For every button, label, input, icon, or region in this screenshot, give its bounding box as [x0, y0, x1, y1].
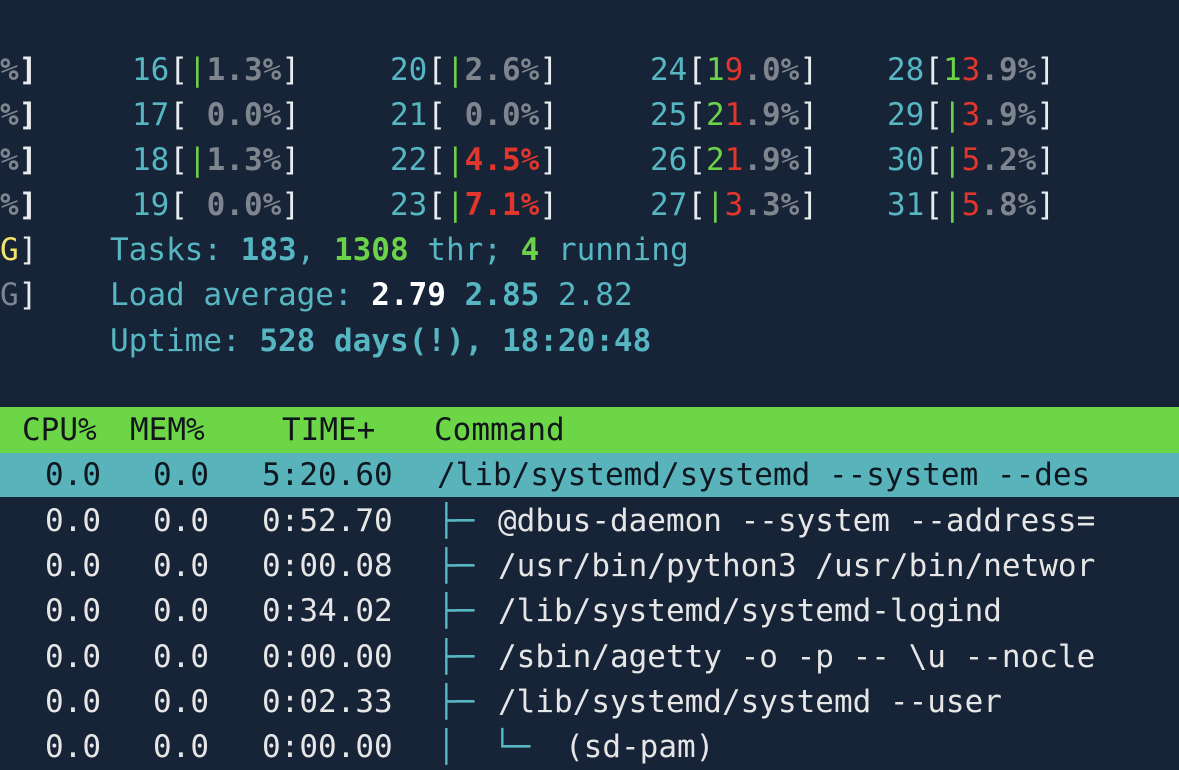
row-time: 0:00.00 [262, 639, 393, 675]
row-time: 5:20.60 [262, 457, 393, 493]
cpu-meter-30: 30[|5.2%] [887, 142, 1056, 178]
tree-branch: ├─ [437, 593, 493, 629]
process-table-header: CPU% MEM% TIME+ Command [0, 407, 1179, 453]
row-command: /lib/systemd/systemd-logind [498, 593, 1002, 629]
cpu-meter-29: 29[|3.9%] [887, 97, 1056, 133]
tree-branch: ├─ [437, 684, 493, 720]
column-header-mem[interactable]: MEM% [130, 407, 205, 453]
cpu-meter-26: 26[21.9%] [650, 142, 819, 178]
row-command: /lib/systemd/systemd --system --des [437, 457, 1091, 493]
cpu-meter-23: 23[|7.1%] [390, 187, 558, 223]
row-command: (sd-pam) [565, 729, 715, 765]
process-row[interactable]: 0.0 0.0 0:00.00 │ └─ (sd-pam) [0, 725, 1179, 770]
row-time: 0:00.08 [262, 548, 393, 584]
row-cpu: 0.0 [45, 457, 101, 493]
tree-branch: ├─ [437, 548, 493, 584]
cpu-meter-22: 22[|4.5%] [390, 142, 558, 178]
cpu-meter-16: 16[|1.3%] [132, 52, 300, 88]
process-row[interactable]: 0.0 0.0 0:02.33 ├─ /lib/systemd/systemd --u… [0, 680, 1179, 725]
row-mem: 0.0 [153, 684, 209, 720]
row-cpu: 0.0 [45, 548, 101, 584]
row-cpu: 0.0 [45, 639, 101, 675]
tasks-meter: Tasks: 183, 1308 thr; 4 running [110, 232, 689, 268]
cpu-meter-17: 17[ 0.0%] [132, 97, 300, 133]
column-header-cpu[interactable]: CPU% [22, 407, 97, 453]
tree-branch: ├─ [437, 503, 493, 539]
process-row[interactable]: 0.0 0.0 0:52.70 ├─ @dbus-daemon --system --… [0, 499, 1179, 544]
cpu-meter-24: 24[19.0%] [650, 52, 819, 88]
cpu-meter-18: 18[|1.3%] [132, 142, 300, 178]
process-row[interactable]: 0.0 0.0 0:00.00 ├─ /sbin/agetty -o -p -- \u… [0, 635, 1179, 680]
row-cpu: 0.0 [45, 729, 101, 765]
cpu-meter-20: 20[|2.6%] [390, 52, 558, 88]
row-time: 0:34.02 [262, 593, 393, 629]
column-header-time[interactable]: TIME+ [282, 407, 375, 453]
row-mem: 0.0 [153, 457, 209, 493]
process-row[interactable]: 0.0 0.0 0:34.02 ├─ /lib/systemd/systemd-log… [0, 589, 1179, 634]
row-cpu: 0.0 [45, 684, 101, 720]
row-time: 0:00.00 [262, 729, 393, 765]
meter-edge-4: %] [0, 187, 38, 223]
row-mem: 0.0 [153, 729, 209, 765]
row-cpu: 0.0 [45, 593, 101, 629]
row-command: /lib/systemd/systemd --user [498, 684, 1002, 720]
meter-edge-1: %] [0, 52, 38, 88]
cpu-meter-21: 21[ 0.0%] [390, 97, 558, 133]
load-average-meter: Load average: 2.79 2.85 2.82 [110, 277, 633, 313]
cpu-meter-28: 28[13.9%] [887, 52, 1056, 88]
cpu-meter-19: 19[ 0.0%] [132, 187, 300, 223]
process-row-selected[interactable]: 0.0 0.0 5:20.60/lib/systemd/systemd --syst… [0, 453, 1179, 497]
cpu-meter-27: 27[|3.3%] [650, 187, 819, 223]
row-command: @dbus-daemon --system --address= [498, 503, 1096, 539]
column-header-command[interactable]: Command [434, 407, 565, 453]
row-mem: 0.0 [153, 548, 209, 584]
row-time: 0:52.70 [262, 503, 393, 539]
meter-edge-swap: G] [0, 277, 38, 313]
meter-edge-2: %] [0, 97, 38, 133]
row-command: /usr/bin/python3 /usr/bin/networ [498, 548, 1096, 584]
row-cpu: 0.0 [45, 503, 101, 539]
row-mem: 0.0 [153, 639, 209, 675]
uptime-meter: Uptime: 528 days(!), 18:20:48 [110, 323, 652, 359]
row-command: /sbin/agetty -o -p -- \u --nocle [498, 639, 1096, 675]
meter-edge-mem: G] [0, 232, 38, 268]
row-mem: 0.0 [153, 503, 209, 539]
row-mem: 0.0 [153, 593, 209, 629]
row-time: 0:02.33 [262, 684, 393, 720]
cpu-meter-31: 31[|5.8%] [887, 187, 1056, 223]
process-row[interactable]: 0.0 0.0 0:00.08 ├─ /usr/bin/python3 /usr/bi… [0, 544, 1179, 589]
meter-edge-3: %] [0, 142, 38, 178]
tree-branch: │ └─ [437, 729, 549, 765]
cpu-meter-25: 25[21.9%] [650, 97, 819, 133]
tree-branch: ├─ [437, 639, 493, 675]
